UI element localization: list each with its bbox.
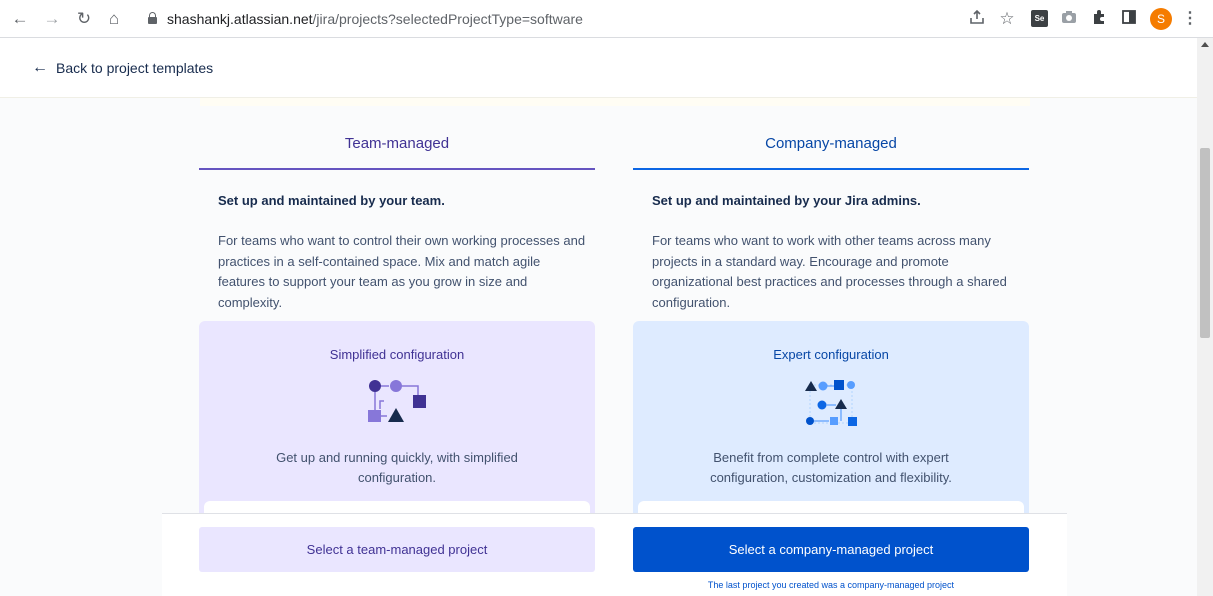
select-company-managed-button[interactable]: Select a company-managed project <box>633 527 1029 572</box>
notice-edge <box>200 98 1030 106</box>
tab-company-managed[interactable]: Company-managed <box>633 132 1029 170</box>
address-bar[interactable]: shashankj.atlassian.net/jira/projects?se… <box>138 6 1018 32</box>
star-icon[interactable]: ☆ <box>997 9 1017 29</box>
company-managed-heading: Set up and maintained by your Jira admin… <box>652 193 921 208</box>
kebab-menu-icon[interactable]: ⋮ <box>1180 9 1200 29</box>
back-arrow-icon: ← <box>32 59 48 76</box>
card-title: Simplified configuration <box>329 347 465 362</box>
home-icon[interactable]: ⌂ <box>104 9 124 29</box>
team-managed-heading: Set up and maintained by your team. <box>218 193 445 208</box>
forward-arrow-icon[interactable]: → <box>42 9 62 29</box>
camera-icon[interactable] <box>1059 9 1079 29</box>
profile-avatar[interactable]: S <box>1150 8 1172 30</box>
select-team-managed-button[interactable]: Select a team-managed project <box>199 527 595 572</box>
action-footer: Select a team-managed project Select a c… <box>162 513 1067 596</box>
tab-team-managed[interactable]: Team-managed <box>199 132 595 170</box>
extension-se-icon[interactable]: Se <box>1031 10 1048 27</box>
page-scrollbar[interactable] <box>1197 38 1213 596</box>
browser-toolbar: ← → ↻ ⌂ shashankj.atlassian.net/jira/pro… <box>0 0 1213 38</box>
puzzle-icon[interactable] <box>1089 9 1109 29</box>
reload-icon[interactable]: ↻ <box>74 9 94 29</box>
scrollbar-thumb[interactable] <box>1200 148 1210 338</box>
url-path: /jira/projects?selectedProjectType=softw… <box>312 11 583 27</box>
card-description: Benefit from complete control with exper… <box>710 450 952 485</box>
expert-configuration-illustration-icon <box>796 377 866 433</box>
url-host: shashankj.atlassian.net <box>167 11 313 27</box>
scroll-up-icon[interactable] <box>1201 42 1209 47</box>
page-header: ← Back to project templates <box>0 38 1197 98</box>
simplified-configuration-illustration-icon <box>362 377 432 433</box>
lock-icon[interactable] <box>148 12 157 24</box>
sidebar-icon[interactable] <box>1119 9 1139 29</box>
back-link-label: Back to project templates <box>56 60 214 76</box>
expert-configuration-card: Expert configuration Benefit from comple… <box>633 321 1029 521</box>
card-description: Get up and running quickly, with simplif… <box>276 450 518 485</box>
team-managed-description: For teams who want to control their own … <box>218 233 586 310</box>
simplified-configuration-card: Simplified configuration Get up and runn… <box>199 321 595 521</box>
share-icon[interactable] <box>967 9 987 29</box>
last-project-note: The last project you created was a compa… <box>707 580 955 590</box>
url-text[interactable]: shashankj.atlassian.net/jira/projects?se… <box>167 11 583 27</box>
back-arrow-icon[interactable]: ← <box>10 9 30 29</box>
back-to-templates-link[interactable]: ← Back to project templates <box>32 59 213 77</box>
card-title: Expert configuration <box>773 347 889 362</box>
company-managed-description: For teams who want to work with other te… <box>652 233 1007 310</box>
